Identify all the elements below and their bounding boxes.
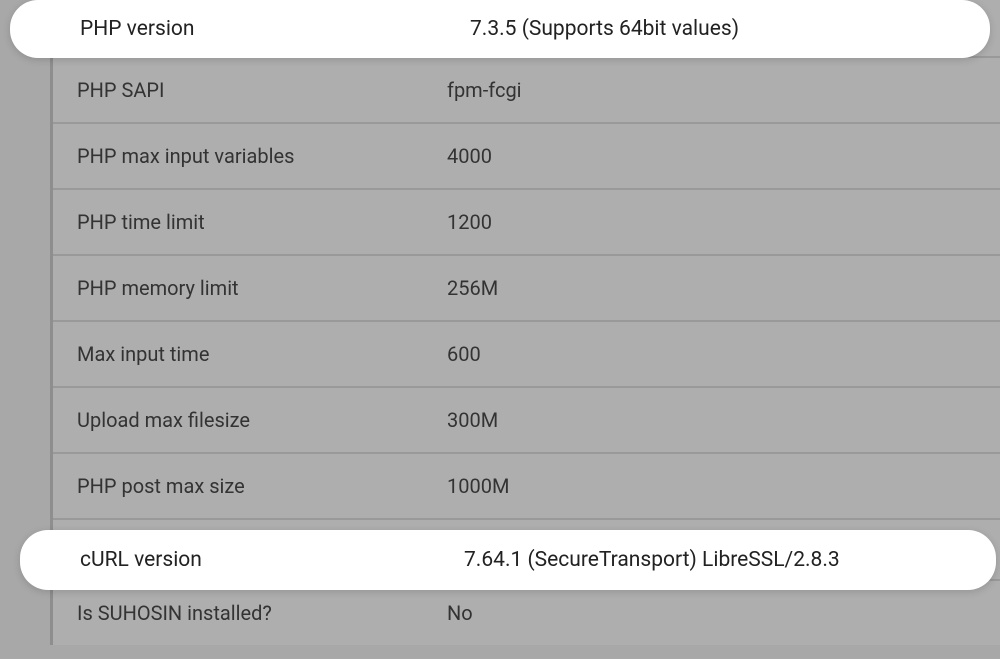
row-label: Max input time (77, 342, 447, 366)
highlight-curl-version: cURL version 7.64.1 (SecureTransport) Li… (20, 530, 996, 590)
curl-version-value: 7.64.1 (SecureTransport) LibreSSL/2.8.3 (464, 548, 840, 572)
table-row: PHP time limit 1200 (53, 190, 1000, 256)
row-label: Is SUHOSIN installed? (77, 601, 447, 625)
row-label: PHP SAPI (77, 78, 447, 102)
row-value: 4000 (447, 144, 976, 168)
table-row: Upload max filesize 300M (53, 388, 1000, 454)
row-value: 300M (447, 408, 976, 432)
table-row: PHP post max size 1000M (53, 454, 1000, 520)
table-row: PHP max input variables 4000 (53, 124, 1000, 190)
row-label: PHP max input variables (77, 144, 447, 168)
row-label: Upload max filesize (77, 408, 447, 432)
table-row: Is SUHOSIN installed? No (53, 581, 1000, 645)
row-value: fpm-fcgi (447, 78, 976, 102)
table-row: Max input time 600 (53, 322, 1000, 388)
row-value: 600 (447, 342, 976, 366)
row-value: 1000M (447, 474, 976, 498)
php-version-label: PHP version (80, 17, 470, 41)
row-value: No (447, 601, 976, 625)
row-value: 1200 (447, 210, 976, 234)
highlight-php-version: PHP version 7.3.5 (Supports 64bit values… (10, 0, 990, 58)
row-label: PHP memory limit (77, 276, 447, 300)
curl-version-label: cURL version (80, 548, 464, 572)
php-version-value: 7.3.5 (Supports 64bit values) (470, 17, 739, 41)
row-value: 256M (447, 276, 976, 300)
table-row: PHP SAPI fpm-fcgi (53, 58, 1000, 124)
row-label: PHP time limit (77, 210, 447, 234)
table-row: PHP memory limit 256M (53, 256, 1000, 322)
row-label: PHP post max size (77, 474, 447, 498)
